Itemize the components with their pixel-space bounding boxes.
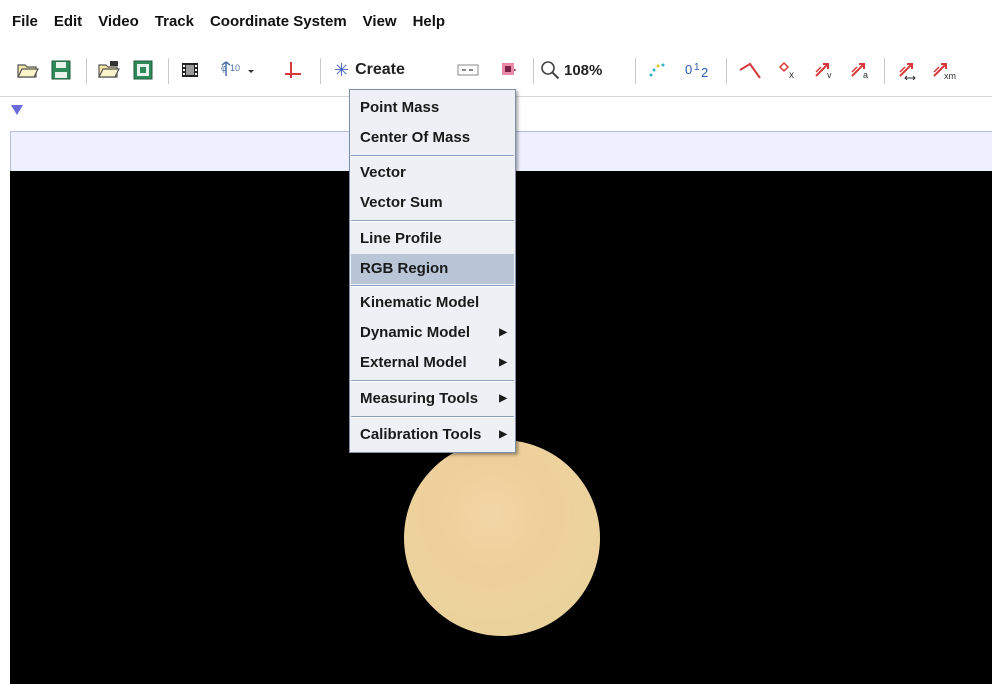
track-control-icon[interactable]: ᵠ 10 — [218, 44, 262, 96]
menu-track[interactable]: Track — [147, 0, 202, 44]
submenu-arrow-icon: ▶ — [499, 429, 507, 440]
velocity-vector-icon[interactable]: v — [808, 44, 840, 96]
svg-text:10: 10 — [230, 63, 240, 73]
trails-icon[interactable] — [642, 44, 672, 96]
menu-item-center-of-mass[interactable]: Center Of Mass — [351, 123, 514, 153]
menu-item-rgb-region[interactable]: RGB Region — [351, 254, 514, 284]
vector-sum-icon[interactable] — [892, 44, 924, 96]
menu-item-calibration-tools[interactable]: Calibration Tools ▶ — [351, 420, 514, 450]
svg-text:2: 2 — [701, 65, 708, 79]
save-icon[interactable] — [47, 44, 75, 96]
create-menu: Point Mass Center Of Mass Vector Vector … — [349, 89, 516, 453]
svg-text:xm: xm — [944, 71, 956, 80]
point-x-icon[interactable]: x — [772, 44, 804, 96]
menubar: File Edit Video Track Coordinate System … — [0, 0, 992, 44]
zoom-button[interactable]: 108% — [540, 44, 630, 96]
create-icon: ✳ — [334, 59, 350, 80]
export-icon[interactable] — [128, 44, 158, 96]
submenu-arrow-icon: ▶ — [499, 327, 507, 338]
vector-xm-icon[interactable]: xm — [928, 44, 960, 96]
open-folder-icon[interactable] — [14, 44, 42, 96]
menu-file[interactable]: File — [0, 0, 46, 44]
zoom-level: 108% — [564, 61, 603, 79]
menu-item-kinematic-model[interactable]: Kinematic Model — [351, 288, 514, 318]
svg-text:a: a — [863, 70, 868, 80]
menu-item-line-profile[interactable]: Line Profile — [351, 224, 514, 254]
menu-item-vector[interactable]: Vector — [351, 158, 514, 188]
menu-coordinate-system[interactable]: Coordinate System — [202, 0, 355, 44]
menu-item-point-mass[interactable]: Point Mass — [351, 93, 514, 123]
svg-text:v: v — [827, 70, 832, 80]
menu-help[interactable]: Help — [405, 0, 454, 44]
label-icon[interactable]: 012 — [680, 44, 716, 96]
menu-item-vector-sum[interactable]: Vector Sum — [351, 188, 514, 218]
svg-text:1: 1 — [694, 62, 700, 73]
submenu-arrow-icon: ▶ — [499, 357, 507, 368]
menu-item-dynamic-model[interactable]: Dynamic Model ▶ — [351, 318, 514, 348]
menu-item-measuring-tools[interactable]: Measuring Tools ▶ — [351, 384, 514, 414]
submenu-arrow-icon: ▶ — [499, 393, 507, 404]
menu-video[interactable]: Video — [90, 0, 147, 44]
menu-edit[interactable]: Edit — [46, 0, 90, 44]
video-object-disc — [404, 440, 600, 636]
menu-view[interactable]: View — [355, 0, 405, 44]
acceleration-vector-icon[interactable]: a — [844, 44, 876, 96]
line-tool-icon[interactable] — [734, 44, 768, 96]
zoom-icon — [541, 61, 560, 80]
create-label: Create — [355, 61, 405, 78]
track-dropdown-triangle-icon[interactable] — [11, 105, 23, 115]
svg-text:0: 0 — [685, 62, 692, 77]
clip-settings-icon[interactable] — [176, 44, 204, 96]
menu-item-external-model[interactable]: External Model ▶ — [351, 348, 514, 378]
open-video-icon[interactable] — [94, 44, 124, 96]
svg-text:x: x — [789, 70, 794, 80]
coordinate-axes-icon[interactable] — [278, 44, 308, 96]
